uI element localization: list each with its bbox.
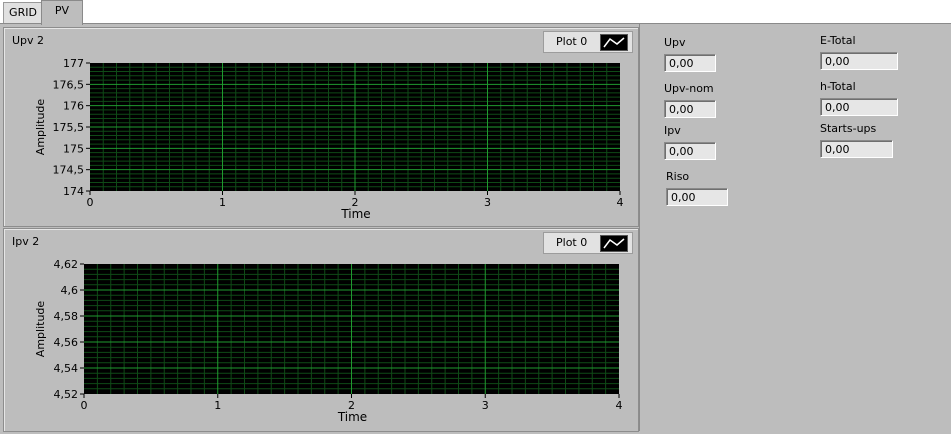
tab-bar: GRID PV (0, 0, 951, 25)
x-tick-label: 4 (617, 196, 624, 209)
starts-ups-value: 0,00 (820, 140, 893, 158)
x-tick-label: 0 (87, 196, 94, 209)
x-tick-label: 1 (219, 196, 226, 209)
riso-label: Riso (666, 170, 690, 183)
y-axis-label: Amplitude (34, 301, 47, 358)
e-total-value: 0,00 (820, 52, 898, 70)
ipv-value: 0,00 (664, 142, 716, 160)
y-tick-label: 4,6 (61, 284, 79, 297)
upv-nom-label: Upv-nom (664, 82, 714, 95)
y-tick-label: 176 (63, 100, 84, 113)
panel-divider (639, 24, 640, 431)
x-tick-label: 1 (214, 399, 221, 412)
y-tick-label: 174,5 (53, 164, 85, 177)
starts-ups-label: Starts-ups (820, 122, 877, 135)
riso-value: 0,00 (666, 188, 728, 206)
y-tick-label: 176,5 (53, 78, 85, 91)
tab-pv-label: PV (54, 4, 70, 17)
x-tick-label: 3 (482, 399, 489, 412)
x-axis-label: Time (340, 207, 370, 221)
y-tick-label: 4,52 (54, 388, 79, 401)
y-tick-label: 4,56 (54, 336, 79, 349)
y-tick-label: 174 (63, 185, 84, 198)
x-tick-label: 4 (616, 399, 623, 412)
x-tick-label: 3 (484, 196, 491, 209)
x-axis-label: Time (337, 410, 367, 424)
h-total-label: h-Total (820, 80, 856, 93)
tab-pv[interactable]: PV (41, 0, 83, 25)
y-axis-label: Amplitude (34, 99, 47, 156)
tab-grid[interactable]: GRID (3, 2, 43, 24)
plot-svg: 0 1 2 3 4177176,5176175,5175174,5174TimeAmpl… (34, 57, 624, 221)
ipv-label: Ipv (664, 124, 681, 137)
plot-svg: 0 1 2 3 44,624,64,584,564,544,52TimeAmplitud… (34, 258, 623, 424)
y-tick-label: 4,58 (54, 310, 79, 323)
tab-grid-label: GRID (9, 6, 37, 19)
upv-label: Upv (664, 36, 686, 49)
ipv2-waveform-chart: Ipv 2 Plot 0 0 1 2 3 4 4,62 4,6 4,58 4,56 4,54 4,5… (3, 228, 639, 432)
upv-nom-value: 0,00 (664, 100, 716, 118)
y-tick-label: 175,5 (53, 121, 85, 134)
h-total-value: 0,00 (820, 98, 898, 116)
upv2-waveform-chart: Upv 2 Plot 0 0 1 2 3 4 177 176,5 176 175,5 175 174… (3, 27, 639, 227)
upv-value: 0,00 (664, 54, 716, 72)
y-tick-label: 4,62 (54, 258, 79, 271)
y-tick-label: 4,54 (54, 362, 79, 375)
e-total-label: E-Total (820, 34, 856, 47)
y-tick-label: 175 (63, 142, 84, 155)
x-tick-label: 0 (81, 399, 88, 412)
y-tick-label: 177 (63, 57, 84, 70)
